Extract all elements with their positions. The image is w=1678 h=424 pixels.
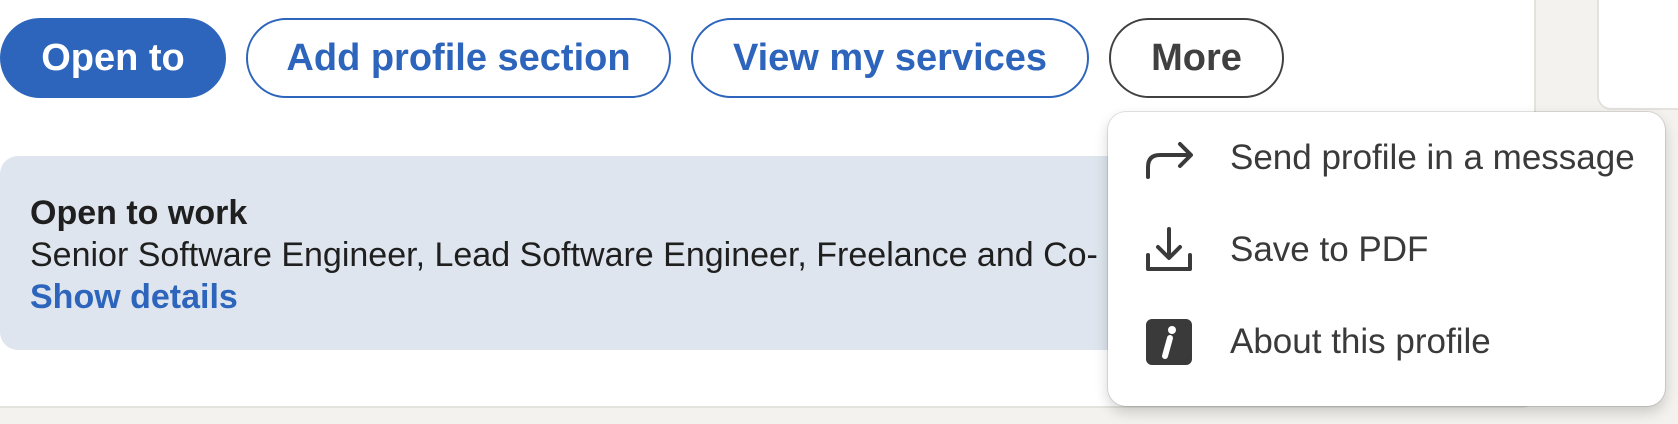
add-profile-section-button[interactable]: Add profile section (246, 18, 671, 98)
open-to-work-title: Open to work (30, 194, 248, 232)
more-button[interactable]: More (1109, 18, 1284, 98)
menu-item-send-profile[interactable]: Send profile in a message (1108, 112, 1665, 202)
menu-item-label: Save to PDF (1230, 230, 1429, 269)
menu-item-about-profile[interactable]: About this profile (1108, 296, 1665, 386)
info-icon (1146, 319, 1192, 365)
show-details-link[interactable]: Show details (30, 278, 238, 317)
more-dropdown-menu: Send profile in a message Save to PDF Ab… (1108, 112, 1665, 406)
view-my-services-button[interactable]: View my services (691, 18, 1089, 98)
menu-item-save-pdf[interactable]: Save to PDF (1108, 204, 1665, 294)
open-to-button[interactable]: Open to (0, 18, 226, 98)
open-to-work-roles: Senior Software Engineer, Lead Software … (30, 236, 1098, 274)
share-arrow-icon (1146, 142, 1193, 179)
download-icon (1146, 227, 1192, 271)
menu-item-label: Send profile in a message (1230, 138, 1635, 177)
side-card (1597, 0, 1678, 110)
open-to-work-banner: Open to work Senior Software Engineer, L… (0, 156, 1140, 350)
menu-item-label: About this profile (1230, 322, 1491, 361)
